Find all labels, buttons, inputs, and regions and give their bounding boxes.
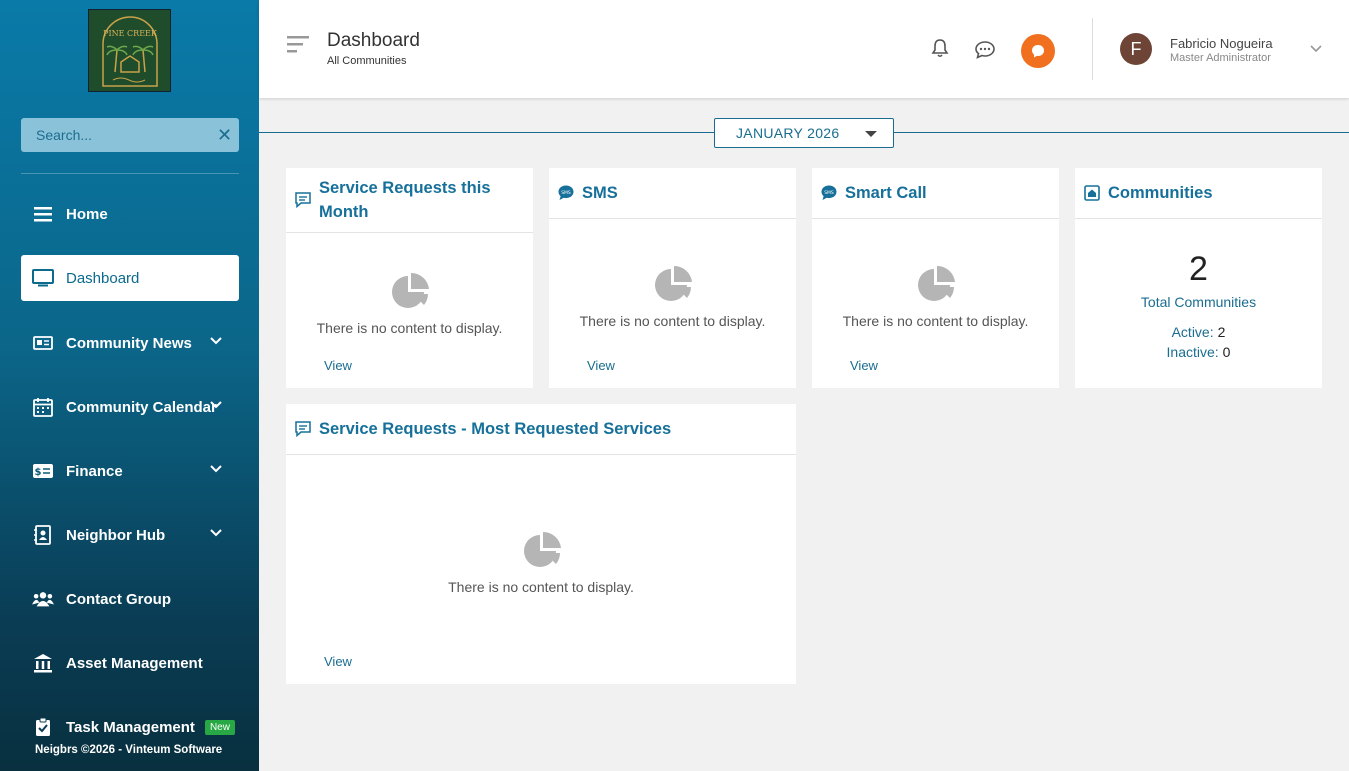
- sidebar-item-contact-group[interactable]: Contact Group: [21, 576, 239, 622]
- sidebar-item-label: Finance: [66, 462, 123, 480]
- card-header: SMS Smart Call: [812, 168, 1059, 219]
- chevron-down-icon: [210, 465, 222, 473]
- call-bubble-icon: SMS: [821, 185, 837, 200]
- newspaper-icon: [32, 332, 54, 354]
- empty-message: There is no content to display.: [842, 313, 1029, 329]
- money-card-icon: $: [32, 460, 54, 482]
- card-title: SMS: [582, 184, 618, 202]
- chevron-down-icon: [210, 337, 222, 345]
- svg-text:SMS: SMS: [561, 190, 571, 196]
- avatar[interactable]: F: [1120, 33, 1152, 65]
- sidebar-divider: [21, 173, 239, 174]
- sidebar-item-finance[interactable]: $ Finance: [21, 448, 239, 494]
- total-communities-count: 2: [1189, 250, 1208, 288]
- sidebar: PINE CREEK ✕ Home Dashboard: [0, 0, 259, 771]
- inactive-label: Inactive:: [1166, 344, 1219, 360]
- users-group-icon: [32, 588, 54, 610]
- chat-bubble-icon[interactable]: [974, 40, 996, 60]
- pie-chart-icon: [524, 531, 561, 567]
- view-link[interactable]: View: [324, 358, 352, 373]
- active-label: Active:: [1171, 324, 1214, 340]
- chevron-down-icon[interactable]: [1309, 42, 1323, 56]
- svg-text:$: $: [35, 467, 42, 478]
- sidebar-item-label: Asset Management: [66, 654, 203, 672]
- month-select[interactable]: JANUARY 2026: [714, 118, 894, 148]
- sidebar-item-label: Dashboard: [66, 269, 140, 287]
- menu-lines-icon: [32, 203, 54, 225]
- new-badge: New: [204, 719, 235, 735]
- sidebar-item-community-calendar[interactable]: Community Calendar: [21, 384, 239, 430]
- smart-call-card: SMS Smart Call There is no content to di…: [812, 168, 1059, 388]
- comment-lines-icon: [295, 421, 311, 438]
- bank-icon: [32, 652, 54, 674]
- inactive-value: 0: [1222, 344, 1231, 360]
- community-logo[interactable]: PINE CREEK: [88, 9, 171, 92]
- active-value: 2: [1217, 324, 1226, 340]
- sidebar-item-home[interactable]: Home: [21, 191, 239, 237]
- sidebar-footer: Neigbrs ©2026 - Vinteum Software: [35, 744, 223, 756]
- top-header: Dashboard All Communities F Fabricio Nog…: [259, 0, 1349, 98]
- search-input[interactable]: [36, 127, 217, 143]
- card-title: Service Requests - Most Requested Servic…: [319, 420, 672, 438]
- sidebar-item-label: Neighbor Hub: [66, 526, 166, 544]
- sidebar-item-label: Contact Group: [66, 590, 171, 608]
- card-header: SMS SMS: [549, 168, 796, 219]
- sms-card: SMS SMS There is no content to display. …: [549, 168, 796, 388]
- bell-icon[interactable]: [931, 38, 949, 58]
- card-title: Communities: [1108, 184, 1213, 202]
- total-communities-label: Total Communities: [1140, 294, 1257, 310]
- card-header: Communities: [1075, 168, 1322, 219]
- svg-text:PINE CREEK: PINE CREEK: [103, 29, 158, 38]
- svg-text:SMS: SMS: [824, 190, 834, 196]
- page-subtitle: All Communities: [327, 55, 407, 67]
- header-divider: [1092, 18, 1093, 80]
- card-header: Service Requests - Most Requested Servic…: [286, 404, 796, 455]
- sidebar-item-asset-management[interactable]: Asset Management: [21, 640, 239, 686]
- view-link[interactable]: View: [850, 358, 878, 373]
- comment-lines-icon: [295, 192, 311, 209]
- communities-card: Communities 2 Total Communities Active: 2…: [1075, 168, 1322, 388]
- caret-down-icon: [865, 131, 877, 137]
- inactive-count: Inactive: 0: [1075, 344, 1322, 360]
- chevron-down-icon: [210, 401, 222, 409]
- chevron-down-icon: [210, 529, 222, 537]
- user-name: Fabricio Nogueira: [1170, 36, 1273, 51]
- service-requests-card: Service Requests this Month There is no …: [286, 168, 533, 388]
- view-link[interactable]: View: [587, 358, 615, 373]
- sms-bubble-icon: SMS: [558, 185, 574, 200]
- card-title: Service Requests this Month: [319, 179, 491, 221]
- sidebar-item-label: Community News: [66, 334, 192, 352]
- pie-chart-icon: [918, 265, 955, 301]
- sidebar-item-community-news[interactable]: Community News: [21, 320, 239, 366]
- sidebar-item-label: Task Management: [66, 718, 195, 736]
- monitor-icon: [32, 267, 54, 289]
- page-title: Dashboard: [327, 30, 420, 51]
- view-link[interactable]: View: [324, 654, 352, 669]
- contact-book-icon: [32, 524, 54, 546]
- pie-chart-icon: [655, 265, 692, 301]
- user-role: Master Administrator: [1170, 52, 1271, 64]
- active-count: Active: 2: [1075, 324, 1322, 340]
- clipboard-check-icon: [32, 716, 54, 738]
- community-house-icon: [1084, 185, 1100, 201]
- empty-message: There is no content to display.: [579, 313, 766, 329]
- sidebar-item-dashboard[interactable]: Dashboard: [21, 255, 239, 301]
- hamburger-menu-icon[interactable]: [287, 35, 309, 55]
- calendar-icon: [32, 396, 54, 418]
- card-title: Smart Call: [845, 184, 927, 202]
- clear-search-icon[interactable]: ✕: [217, 126, 232, 144]
- most-requested-services-card: Service Requests - Most Requested Servic…: [286, 404, 796, 684]
- speech-bubble-icon: [1032, 45, 1044, 58]
- quick-chat-button[interactable]: [1021, 34, 1055, 68]
- sidebar-item-label: Community Calendar: [66, 398, 217, 416]
- sidebar-item-label: Home: [66, 205, 108, 223]
- empty-message: There is no content to display.: [448, 579, 634, 595]
- empty-message: There is no content to display.: [316, 320, 503, 336]
- search-box: ✕: [21, 118, 239, 152]
- pie-chart-icon: [392, 272, 429, 308]
- card-header: Service Requests this Month: [286, 168, 533, 233]
- sidebar-item-neighbor-hub[interactable]: Neighbor Hub: [21, 512, 239, 558]
- palm-tree-logo-icon: PINE CREEK: [101, 15, 158, 87]
- month-select-value: JANUARY 2026: [736, 125, 840, 141]
